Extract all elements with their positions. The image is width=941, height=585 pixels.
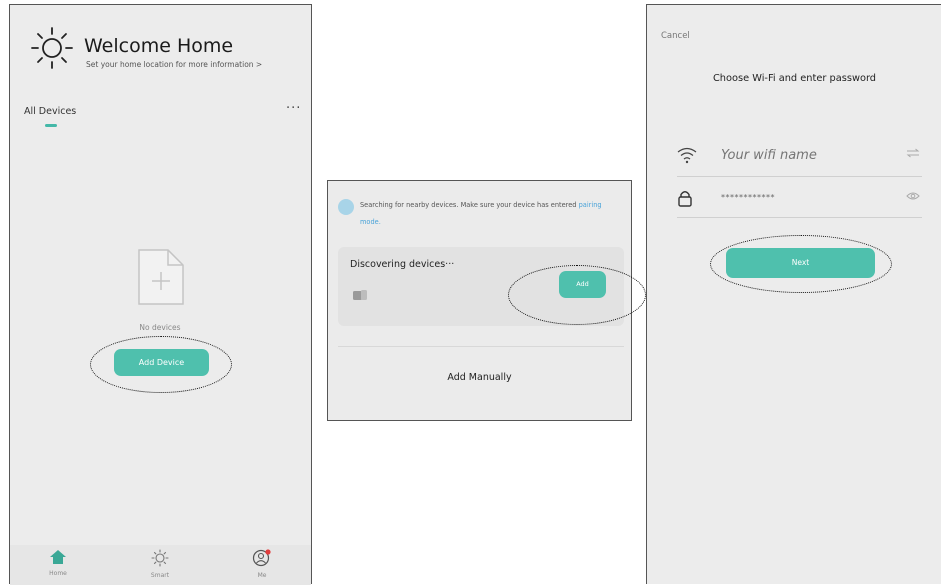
search-message: Searching for nearby devices. Make sure … <box>360 197 622 231</box>
discovery-dialog: Searching for nearby devices. Make sure … <box>327 180 646 421</box>
lock-icon <box>678 191 692 207</box>
highlight-ellipse <box>508 265 646 325</box>
eye-icon[interactable] <box>906 191 920 201</box>
password-field <box>677 183 922 218</box>
home-location-link[interactable]: Set your home location for more informat… <box>86 60 262 69</box>
tab-all-devices[interactable]: All Devices <box>24 106 76 117</box>
tab-underline <box>45 124 57 127</box>
search-message-text: Searching for nearby devices. Make sure … <box>360 201 577 209</box>
tab-smart-label: Smart <box>150 572 170 579</box>
wifi-name-field <box>677 140 922 177</box>
password-input[interactable] <box>721 193 871 202</box>
highlight-ellipse <box>710 235 892 293</box>
wifi-icon <box>677 147 697 164</box>
empty-state-label: No devices <box>139 323 181 332</box>
add-manually-button[interactable]: Add Manually <box>328 371 631 384</box>
home-icon <box>50 550 66 564</box>
highlight-ellipse <box>90 336 232 393</box>
page-title: Welcome Home <box>84 35 234 57</box>
page-title: Choose Wi-Fi and enter password <box>712 73 877 84</box>
tab-me[interactable]: Me <box>242 549 282 579</box>
sun-icon <box>31 27 73 69</box>
device-icon <box>353 290 367 300</box>
more-options-button[interactable]: ··· <box>286 101 301 116</box>
cancel-button[interactable]: Cancel <box>661 31 690 41</box>
bottom-tab-bar: Home Smart Me <box>10 545 311 585</box>
wifi-name-input[interactable] <box>721 148 881 163</box>
discovering-label: Discovering devices··· <box>350 259 455 270</box>
tab-home[interactable]: Home <box>38 549 78 577</box>
wifi-setup-screen: Cancel Choose Wi-Fi and enter password N… <box>646 4 941 584</box>
tab-smart[interactable]: Smart <box>140 549 180 579</box>
tab-home-label: Home <box>49 570 67 577</box>
sun-icon <box>151 549 169 567</box>
switch-network-icon[interactable] <box>906 148 920 158</box>
add-file-icon <box>138 249 184 305</box>
tab-me-label: Me <box>257 572 267 579</box>
user-icon <box>252 549 271 567</box>
search-spinner-icon <box>338 199 354 215</box>
divider <box>338 346 624 347</box>
home-screen: Welcome Home Set your home location for … <box>9 4 312 585</box>
